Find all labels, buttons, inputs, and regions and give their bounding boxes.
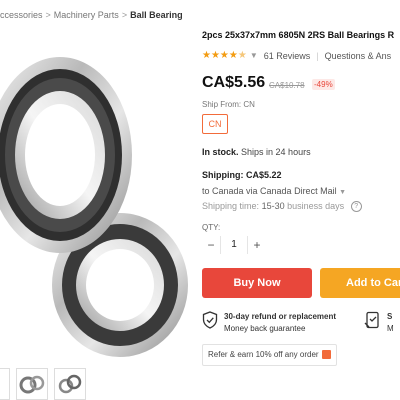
bearing-thumbnail-icon <box>19 375 45 394</box>
add-to-cart-button[interactable]: Add to Car <box>320 268 400 298</box>
question-icon[interactable]: ? <box>350 201 362 213</box>
breadcrumb-separator: > <box>121 10 128 20</box>
star-rating[interactable]: ★★★★★ <box>202 50 247 61</box>
stock-detail: Ships in 24 hours <box>241 147 311 157</box>
secure-payment-icon <box>364 311 379 329</box>
shipping-time: Shipping time: 15-30 business days ? <box>202 201 362 213</box>
original-price: CA$10.78 <box>269 81 305 90</box>
secure-guarantee: S M <box>364 311 394 335</box>
product-image[interactable] <box>0 30 190 360</box>
chevron-down-icon[interactable]: ▼ <box>339 189 346 196</box>
reviews-link[interactable]: 61 Reviews <box>264 51 311 61</box>
bearing-thumbnail-icon <box>58 374 82 394</box>
chevron-down-icon[interactable]: ▼ <box>250 51 258 60</box>
shipping-cost-label: Shipping: CA$5.22 <box>202 170 282 180</box>
thumbnail-strip <box>0 368 86 400</box>
secure-title: S <box>387 312 393 321</box>
rating-row: ★★★★★ ▼ 61 Reviews | Questions & Ans <box>202 50 391 61</box>
thumbnail[interactable] <box>54 368 86 400</box>
breadcrumb: ccessories > Machinery Parts > Ball Bearing <box>0 10 183 20</box>
thumbnail[interactable] <box>16 368 48 400</box>
increment-button[interactable]: + <box>248 236 266 254</box>
shipping-cost: Shipping: CA$5.22 <box>202 170 282 180</box>
shipping-time-unit: business days <box>287 201 345 211</box>
secure-subtitle: M <box>387 324 394 333</box>
shield-check-icon <box>202 311 218 329</box>
refer-text[interactable]: Refer & earn 10% off any order <box>208 350 319 359</box>
product-title: 2pcs 25x37x7mm 6805N 2RS Ball Bearings R <box>202 30 395 40</box>
current-price: CA$5.56 <box>202 74 266 91</box>
breadcrumb-item-accessories[interactable]: ccessories <box>0 10 43 20</box>
breadcrumb-item-ball-bearing[interactable]: Ball Bearing <box>130 10 183 20</box>
shipping-destination[interactable]: to Canada via Canada Direct Mail <box>202 186 337 196</box>
ship-from-label: Ship From: CN <box>202 100 255 109</box>
ship-from-option-cn[interactable]: CN <box>202 114 228 134</box>
refer-earn-banner[interactable]: Refer & earn 10% off any order <box>202 344 337 366</box>
refund-guarantee: 30-day refund or replacement Money back … <box>202 311 336 335</box>
refund-title: 30-day refund or replacement <box>224 312 337 321</box>
buy-now-button[interactable]: Buy Now <box>202 268 312 298</box>
breadcrumb-separator: > <box>45 10 51 20</box>
shipping-method[interactable]: to Canada via Canada Direct Mail ▼ <box>202 186 346 196</box>
discount-badge: -49% <box>312 79 335 90</box>
thumbnail[interactable] <box>0 368 10 400</box>
breadcrumb-item-machinery-parts[interactable]: Machinery Parts <box>54 10 119 20</box>
ball-bearing-image <box>0 57 188 357</box>
quantity-stepper: − 1 + <box>202 236 266 254</box>
gift-icon <box>321 350 331 360</box>
stock-status-label: In stock. <box>202 147 239 157</box>
questions-link[interactable]: Questions & Ans <box>325 51 392 61</box>
divider: | <box>316 50 319 61</box>
shipping-time-value: 15-30 <box>261 201 285 211</box>
shipping-time-label: Shipping time: <box>202 201 260 211</box>
quantity-value[interactable]: 1 <box>220 236 248 254</box>
stock-status: In stock. Ships in 24 hours <box>202 147 311 157</box>
refund-subtitle: Money back guarantee <box>224 324 306 333</box>
decrement-button[interactable]: − <box>202 236 220 254</box>
quantity-label: QTY: <box>202 223 221 232</box>
